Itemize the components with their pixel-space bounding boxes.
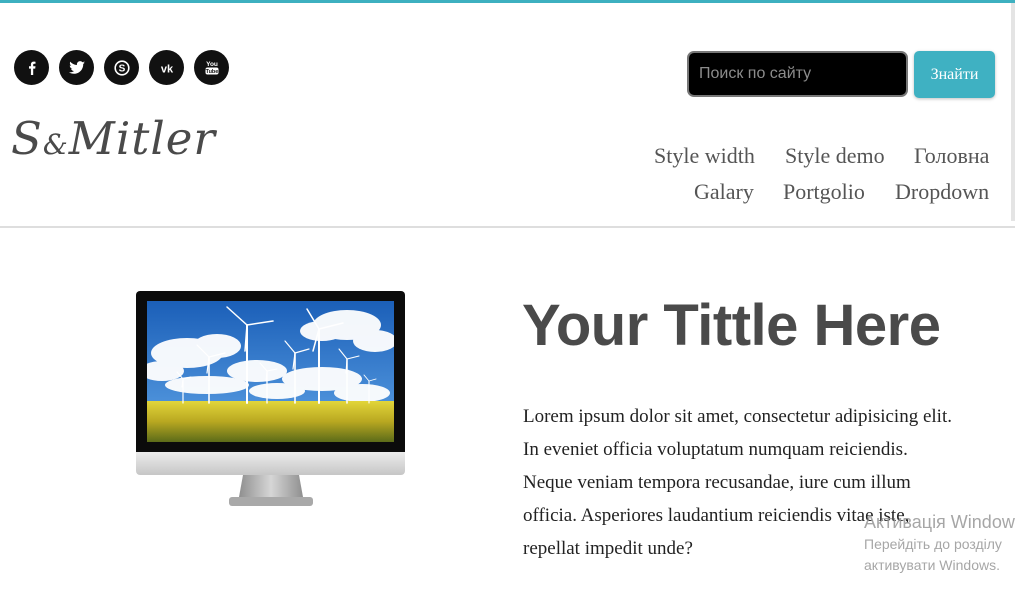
logo-name: Mitler [68,112,216,165]
nav-gallery[interactable]: Galary [694,179,754,205]
youtube-icon[interactable]: You Tube [194,50,229,85]
top-accent-bar [0,0,1015,3]
windows-activation-watermark: Активація Windows Перейдіть до розділу а… [864,510,1015,576]
svg-text:S: S [118,63,125,74]
scrollbar[interactable] [1011,3,1015,221]
hero-title: Your Tittle Here [522,293,941,358]
svg-text:Tube: Tube [205,69,218,75]
monitor-stand [229,475,313,506]
nav-style-width[interactable]: Style width [654,143,755,169]
twitter-icon[interactable] [59,50,94,85]
svg-text:vk: vk [160,63,173,74]
nav-dropdown[interactable]: Dropdown [895,179,989,205]
skype-icon[interactable]: S [104,50,139,85]
monitor-illustration [136,291,405,506]
facebook-icon[interactable] [14,50,49,85]
logo-ampersand: & [42,128,69,161]
vk-icon[interactable]: vk [149,50,184,85]
monitor-chin [136,452,405,475]
watermark-line-1: Перейдіть до розділу [864,536,1002,552]
search-button[interactable]: Знайти [914,51,995,98]
social-links: S vk You Tube [14,50,229,85]
watermark-title: Активація Windows [864,512,1015,532]
svg-text:You: You [206,61,218,68]
site-logo[interactable]: S&Mitler [11,112,216,165]
monitor-bezel [136,291,405,452]
header-divider [0,226,1015,228]
nav-style-demo[interactable]: Style demo [785,143,885,169]
watermark-line-2: активувати Windows. [864,557,1000,573]
nav-home[interactable]: Головна [914,143,989,169]
nav-portfolio[interactable]: Portgolio [783,179,865,205]
wind-turbine-image [147,301,394,442]
logo-letter: S [11,112,43,165]
search-input[interactable] [687,51,908,97]
